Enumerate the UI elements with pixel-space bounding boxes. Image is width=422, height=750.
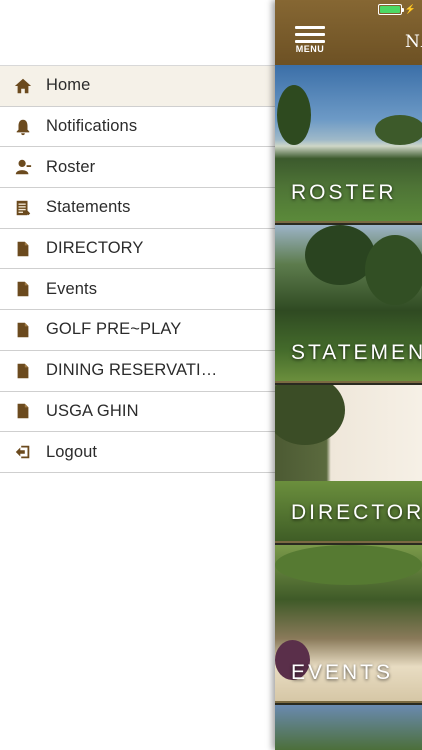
document-icon — [0, 240, 46, 258]
menu-item-events[interactable]: Events — [0, 269, 275, 311]
status-bar: ⚡ — [377, 4, 416, 15]
menu-item-label: DIRECTORY — [46, 239, 144, 258]
menu-item-label: GOLF PRE~PLAY — [46, 320, 182, 339]
menu-item-statements[interactable]: Statements — [0, 188, 275, 229]
tile-directory[interactable]: DIRECTORY — [275, 385, 422, 543]
tree-image — [275, 545, 422, 585]
menu-item-golf-pre-play[interactable]: GOLF PRE~PLAY — [0, 310, 275, 351]
top-navigation-bar: ⚡ MENU NA — [275, 0, 422, 65]
golf-course-image — [275, 705, 422, 750]
menu-item-dining-reservations[interactable]: DINING RESERVATIONS — [0, 350, 275, 392]
menu-item-label: Roster — [46, 157, 96, 176]
menu-item-directory[interactable]: DIRECTORY — [0, 228, 275, 270]
document-icon — [0, 362, 46, 380]
tile-events[interactable]: EVENTS — [275, 545, 422, 703]
tile-statements[interactable]: STATEMENTS — [275, 225, 422, 383]
logout-icon — [0, 443, 46, 461]
menu-item-label: Statements — [46, 198, 131, 217]
menu-item-home[interactable]: Home — [0, 66, 275, 107]
menu-item-label: USGA GHIN — [46, 401, 139, 420]
tile-partial[interactable] — [275, 705, 422, 750]
menu-item-usga-ghin[interactable]: USGA GHIN — [0, 391, 275, 433]
menu-item-label: Home — [46, 76, 91, 95]
menu-item-label: Events — [46, 279, 98, 298]
drawer-menu-list: Home Notifications Roster Statements DIR — [0, 65, 275, 473]
main-content-panel[interactable]: ⚡ MENU NA ROSTER STATEMENTS DIRECTORY — [275, 0, 422, 750]
tree-image — [375, 115, 422, 145]
statement-icon — [0, 199, 46, 217]
document-icon — [0, 280, 46, 298]
menu-button[interactable]: MENU — [293, 26, 327, 60]
side-drawer: Home Notifications Roster Statements DIR — [0, 0, 275, 750]
menu-item-logout[interactable]: Logout — [0, 432, 275, 473]
tile-label: DIRECTORY — [291, 501, 422, 524]
hamburger-icon — [295, 33, 325, 36]
hamburger-icon — [295, 26, 325, 29]
menu-item-label: Logout — [46, 442, 98, 461]
document-icon — [0, 321, 46, 339]
tree-image — [365, 235, 422, 305]
menu-button-label: MENU — [295, 44, 325, 54]
person-icon — [0, 158, 46, 176]
tile-label: EVENTS — [291, 661, 394, 684]
tree-image — [277, 85, 311, 145]
hamburger-icon — [295, 40, 325, 43]
home-icon — [0, 77, 46, 95]
drawer-header-space — [0, 0, 275, 65]
document-icon — [0, 402, 46, 420]
battery-icon — [377, 4, 404, 15]
charging-icon: ⚡ — [404, 4, 416, 14]
tile-roster[interactable]: ROSTER — [275, 65, 422, 223]
menu-item-label: Notifications — [46, 117, 138, 136]
bell-icon — [0, 118, 46, 136]
menu-item-roster[interactable]: Roster — [0, 147, 275, 189]
tile-label: ROSTER — [291, 181, 397, 204]
tile-label: STATEMENTS — [291, 341, 422, 364]
brand-title: NA — [405, 32, 422, 52]
menu-item-label: DINING RESERVATIONS — [46, 361, 218, 380]
menu-item-notifications[interactable]: Notifications — [0, 106, 275, 148]
